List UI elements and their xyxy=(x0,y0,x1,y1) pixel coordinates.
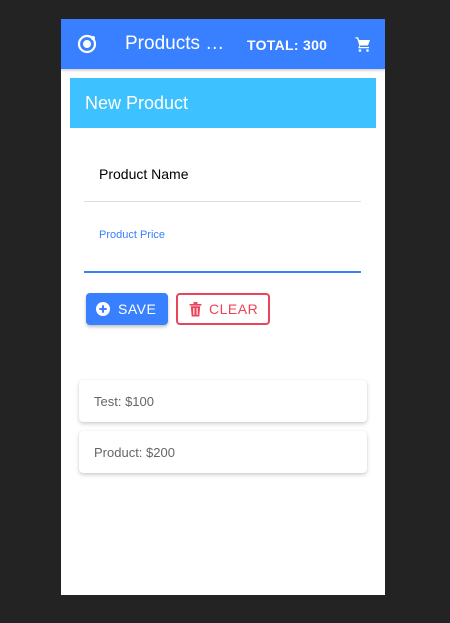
product-price-field: Product Price xyxy=(84,214,361,273)
product-price-input[interactable] xyxy=(99,244,349,264)
page-title: Products List xyxy=(125,33,225,54)
card-title: New Product xyxy=(85,93,189,113)
clear-button-label: Clear xyxy=(209,301,259,317)
product-card[interactable]: Test: $100 xyxy=(79,380,367,422)
product-name-field xyxy=(84,147,369,202)
product-price-label: Product Price xyxy=(99,229,166,241)
new-product-card-header: New Product xyxy=(70,78,376,128)
product-card-label: Test: $100 xyxy=(94,394,154,409)
cart-icon[interactable] xyxy=(355,36,371,52)
save-button-label: Save xyxy=(118,301,157,317)
product-card[interactable]: Product: $200 xyxy=(79,431,367,473)
app-toolbar: Products List TOTAL: 300 xyxy=(61,19,385,69)
trash-icon xyxy=(189,301,202,316)
product-card-label: Product: $200 xyxy=(94,445,175,460)
add-circle-icon xyxy=(96,302,110,316)
total-label: TOTAL: 300 xyxy=(247,37,328,53)
product-name-input[interactable] xyxy=(84,163,369,185)
save-button[interactable]: Save xyxy=(86,293,168,325)
app-screen: Products List TOTAL: 300 New Product Pro… xyxy=(61,19,385,595)
clear-button[interactable]: Clear xyxy=(176,293,270,325)
ionic-logo-icon xyxy=(77,34,97,54)
